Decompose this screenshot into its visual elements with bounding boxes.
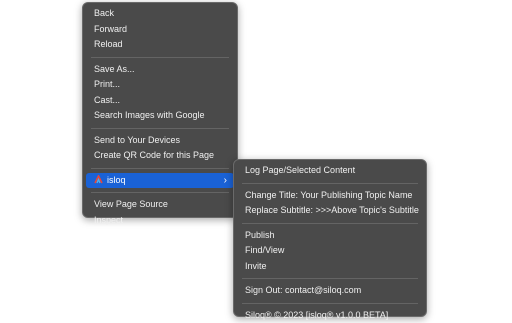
submenu-item-version-info: Siloq® © 2023 [isloq® v1.0.0 BETA] bbox=[237, 308, 423, 323]
submenu-item-invite[interactable]: Invite bbox=[237, 259, 423, 275]
menu-item-isloq-label: isloq bbox=[107, 175, 126, 185]
menu-item-send-to-devices[interactable]: Send to Your Devices bbox=[86, 133, 234, 149]
menu-item-print[interactable]: Print... bbox=[86, 77, 234, 93]
menu-separator bbox=[91, 128, 229, 129]
menu-item-isloq[interactable]: isloq › bbox=[86, 173, 234, 189]
menu-separator bbox=[91, 168, 229, 169]
menu-separator bbox=[242, 183, 418, 184]
isloq-submenu: Log Page/Selected Content Change Title: … bbox=[233, 159, 427, 317]
submenu-item-sign-out[interactable]: Sign Out: contact@siloq.com bbox=[237, 283, 423, 299]
menu-item-view-page-source[interactable]: View Page Source bbox=[86, 197, 234, 213]
menu-item-create-qr-code[interactable]: Create QR Code for this Page bbox=[86, 148, 234, 164]
menu-item-save-as[interactable]: Save As... bbox=[86, 62, 234, 78]
submenu-item-publish[interactable]: Publish bbox=[237, 228, 423, 244]
menu-item-inspect[interactable]: Inspect bbox=[86, 213, 234, 229]
menu-separator bbox=[91, 192, 229, 193]
menu-item-cast[interactable]: Cast... bbox=[86, 93, 234, 109]
submenu-item-find-view[interactable]: Find/View bbox=[237, 243, 423, 259]
menu-separator bbox=[242, 303, 418, 304]
submenu-item-log-page[interactable]: Log Page/Selected Content bbox=[237, 163, 423, 179]
menu-separator bbox=[91, 57, 229, 58]
context-menu: Back Forward Reload Save As... Print... … bbox=[82, 2, 238, 218]
submenu-item-replace-subtitle[interactable]: Replace Subtitle: >>>Above Topic's Subti… bbox=[237, 203, 423, 219]
menu-separator bbox=[242, 278, 418, 279]
menu-item-search-images[interactable]: Search Images with Google bbox=[86, 108, 234, 124]
menu-separator bbox=[242, 223, 418, 224]
chevron-right-icon: › bbox=[224, 173, 227, 189]
submenu-item-change-title[interactable]: Change Title: Your Publishing Topic Name bbox=[237, 188, 423, 204]
menu-item-forward[interactable]: Forward bbox=[86, 22, 234, 38]
menu-item-back[interactable]: Back bbox=[86, 6, 234, 22]
isloq-logo-icon bbox=[94, 174, 103, 183]
menu-item-reload[interactable]: Reload bbox=[86, 37, 234, 53]
